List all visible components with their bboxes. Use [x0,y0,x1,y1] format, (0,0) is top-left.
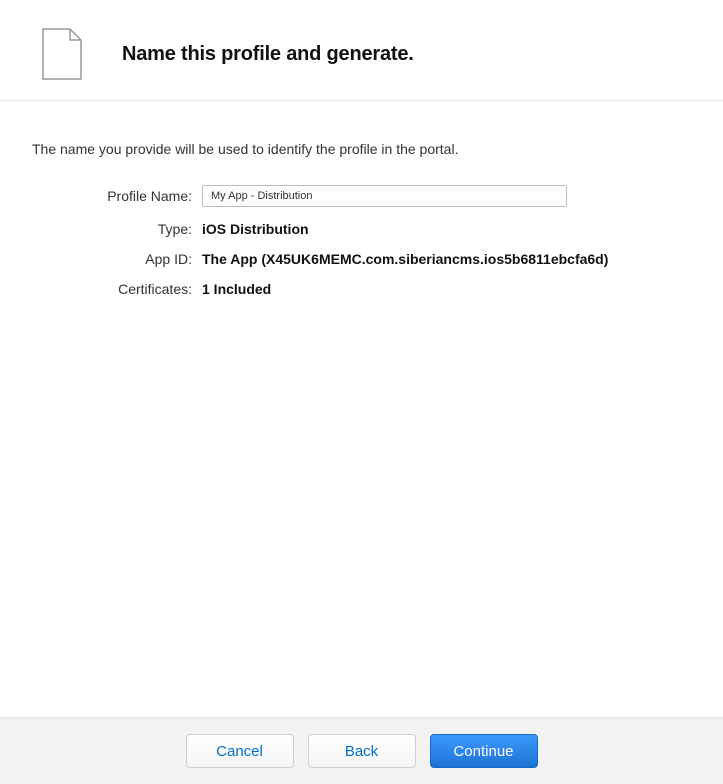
app-id-row: App ID: The App (X45UK6MEMC.com.siberian… [32,251,691,267]
profile-name-input[interactable] [202,185,567,207]
main-content: The name you provide will be used to ide… [0,101,723,317]
profile-name-label: Profile Name: [32,188,192,204]
certificates-value: 1 Included [202,281,271,297]
certificates-row: Certificates: 1 Included [32,281,691,297]
description-text: The name you provide will be used to ide… [32,141,691,157]
type-value: iOS Distribution [202,221,309,237]
app-id-value: The App (X45UK6MEMC.com.siberiancms.ios5… [202,251,608,267]
cancel-button[interactable]: Cancel [186,734,294,768]
continue-button[interactable]: Continue [430,734,538,768]
app-id-label: App ID: [32,251,192,267]
document-icon [42,28,82,80]
type-row: Type: iOS Distribution [32,221,691,237]
footer-bar: Cancel Back Continue [0,717,723,784]
type-label: Type: [32,221,192,237]
header-section: Name this profile and generate. [0,0,723,101]
certificates-label: Certificates: [32,281,192,297]
back-button[interactable]: Back [308,734,416,768]
form-section: Profile Name: Type: iOS Distribution App… [32,185,691,297]
page-title: Name this profile and generate. [122,43,414,66]
profile-name-row: Profile Name: [32,185,691,207]
